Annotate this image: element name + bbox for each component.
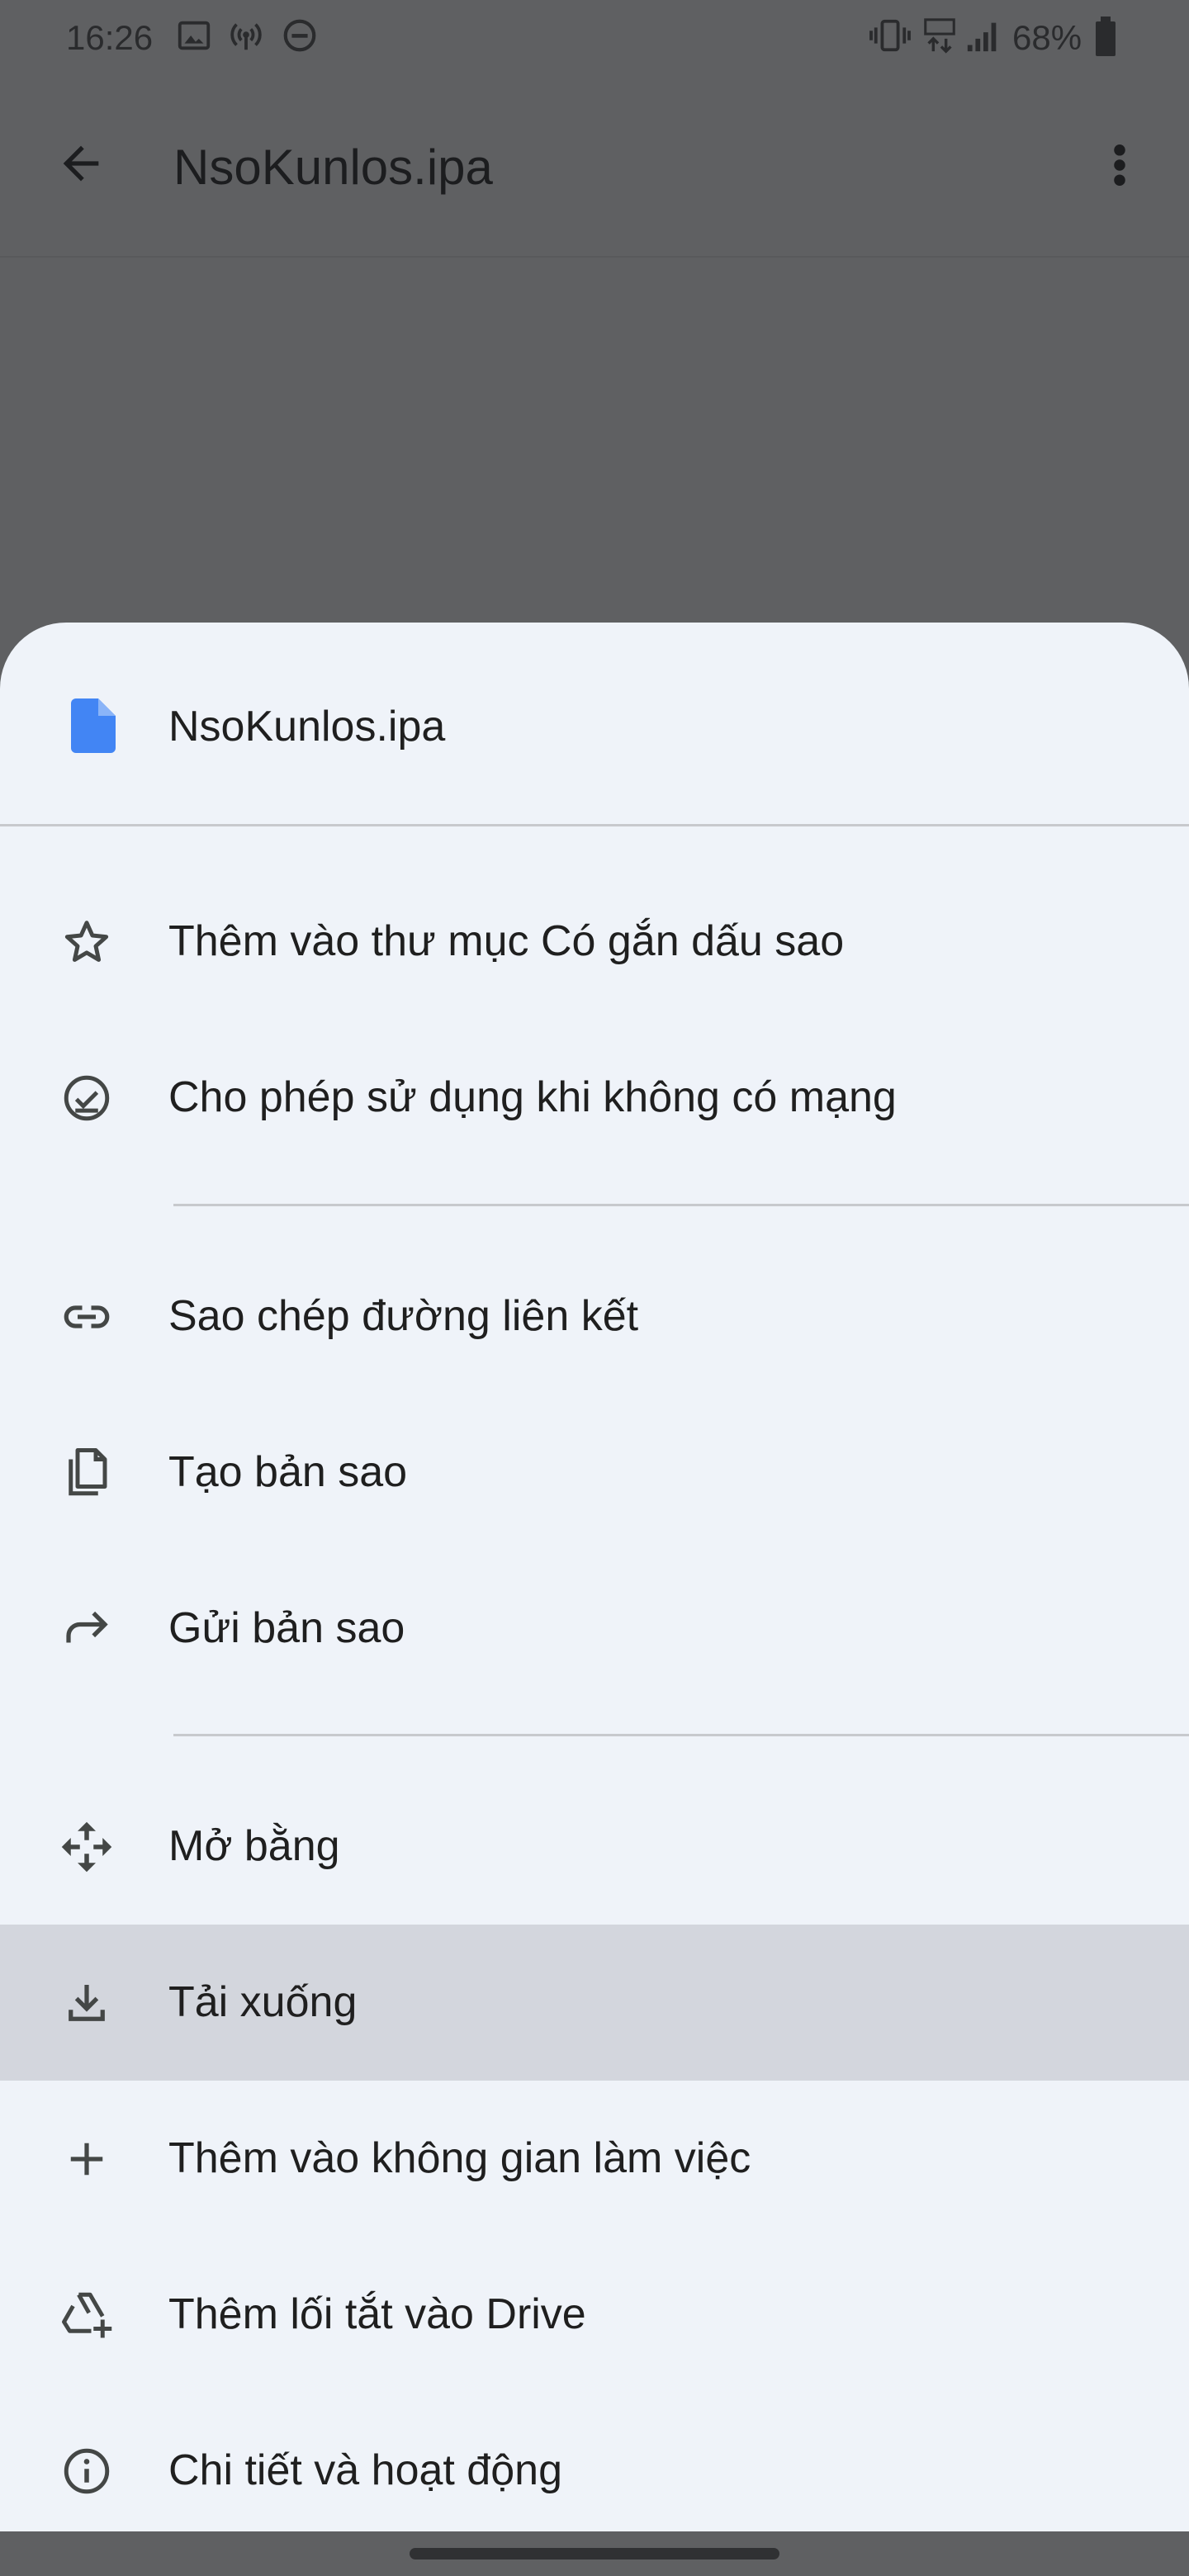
- menu-item-send-copy[interactable]: Gửi bản sao: [0, 1551, 1189, 1707]
- add-icon: [59, 2132, 114, 2186]
- menu-item-download[interactable]: Tải xuống: [0, 1925, 1189, 2081]
- menu-item-label: Tạo bản sao: [168, 1448, 408, 1496]
- download-icon: [59, 1976, 114, 2030]
- menu-item-make-copy[interactable]: Tạo bản sao: [0, 1395, 1189, 1551]
- menu-item-label: Thêm lối tắt vào Drive: [168, 2290, 586, 2338]
- open-with-icon: [59, 1820, 114, 1874]
- signal-icon: [964, 17, 1002, 54]
- sheet-file-name: NsoKunlos.ipa: [168, 703, 446, 751]
- menu-item-add-workspace[interactable]: Thêm vào không gian làm việc: [0, 2081, 1189, 2237]
- section-divider: [173, 1204, 1189, 1206]
- menu-item-add-shortcut[interactable]: Thêm lối tắt vào Drive: [0, 2237, 1189, 2393]
- menu-item-copy-link[interactable]: Sao chép đường liên kết: [0, 1238, 1189, 1395]
- menu-item-label: Thêm vào không gian làm việc: [168, 2134, 751, 2182]
- menu-item-label: Sao chép đường liên kết: [168, 1292, 639, 1340]
- vibrate-icon: [867, 17, 913, 54]
- menu-item-offline[interactable]: Cho phép sử dụng khi không có mạng: [0, 1020, 1189, 1176]
- battery-icon: [1093, 17, 1118, 56]
- arrow-back-icon[interactable]: [54, 137, 107, 190]
- gesture-handle[interactable]: [410, 2548, 779, 2559]
- menu-item-open-with[interactable]: Mở bằng: [0, 1769, 1189, 1925]
- sheet-header: NsoKunlos.ipa: [0, 623, 1189, 824]
- menu-item-details[interactable]: Chi tiết và hoạt động: [0, 2393, 1189, 2531]
- menu-item-label: Chi tiết và hoạt động: [168, 2446, 562, 2494]
- status-time: 16:26: [66, 18, 154, 57]
- section-divider: [173, 1734, 1189, 1736]
- page-title: NsoKunlos.ipa: [173, 140, 493, 195]
- menu-item-starred[interactable]: Thêm vào thư mục Có gắn dấu sao: [0, 864, 1189, 1020]
- hotspot-icon: [225, 17, 268, 54]
- menu-item-label: Tải xuống: [168, 1978, 358, 2026]
- battery-percent: 68%: [1012, 18, 1082, 57]
- file-icon: [71, 698, 116, 753]
- drive-shortcut-icon: [59, 2288, 114, 2342]
- menu-item-label: Cho phép sử dụng khi không có mạng: [168, 1073, 897, 1121]
- more-vert-icon[interactable]: [1098, 139, 1141, 192]
- image-icon: [175, 17, 213, 54]
- do-not-disturb-icon: [281, 17, 319, 54]
- status-bar: 16:26 68%: [0, 0, 1189, 79]
- menu-item-label: Thêm vào thư mục Có gắn dấu sao: [168, 917, 845, 965]
- menu-item-label: Gửi bản sao: [168, 1604, 405, 1652]
- menu-item-label: Mở bằng: [168, 1822, 340, 1870]
- link-icon: [59, 1290, 114, 1344]
- header-divider: [0, 824, 1189, 826]
- star-outline-icon: [59, 915, 114, 969]
- bottom-sheet: NsoKunlos.ipa Thêm vào thư mục Có gắn dấ…: [0, 623, 1189, 2531]
- offline-check-icon: [59, 1071, 114, 1125]
- forward-icon: [59, 1602, 114, 1656]
- app-bar: NsoKunlos.ipa: [0, 79, 1189, 258]
- info-icon: [59, 2444, 114, 2498]
- lte-icon: [921, 17, 958, 54]
- copy-icon: [59, 1446, 114, 1500]
